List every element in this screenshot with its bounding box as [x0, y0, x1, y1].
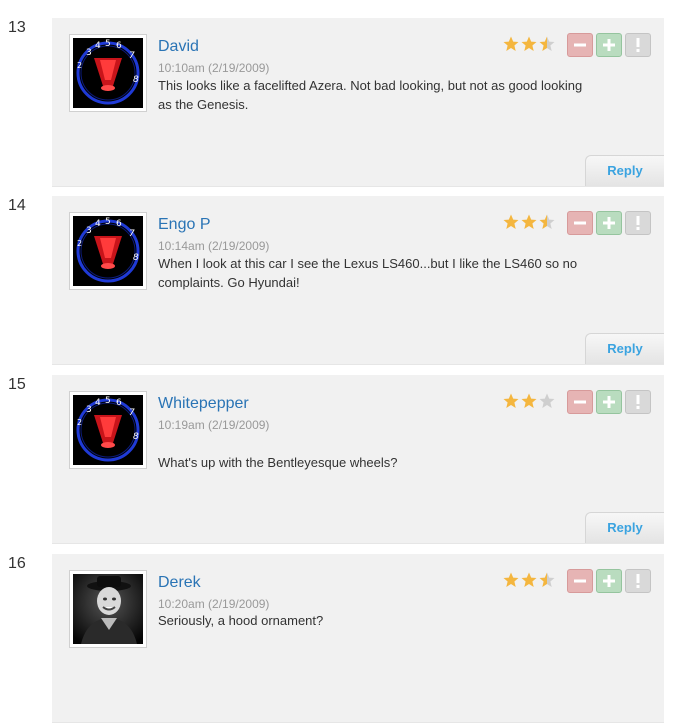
exclamation-icon	[636, 574, 640, 588]
svg-text:5: 5	[105, 39, 111, 49]
star-rating	[503, 36, 557, 52]
star-icon	[539, 214, 555, 229]
flag-button[interactable]	[625, 211, 651, 235]
avatar[interactable]: 3 4 5 6 7 2 8	[69, 212, 147, 290]
reply-button[interactable]: Reply	[585, 333, 664, 364]
exclamation-icon	[636, 216, 640, 230]
svg-text:4: 4	[95, 219, 101, 229]
speedometer-avatar: 3 4 5 6 7 2 8	[73, 216, 143, 286]
comment-number: 16	[8, 555, 26, 572]
star-icon	[521, 572, 537, 587]
svg-text:6: 6	[116, 219, 122, 229]
comment-timestamp: 10:14am (2/19/2009)	[158, 239, 270, 253]
star-icon	[539, 36, 555, 51]
comment-author-link[interactable]: Engo P	[158, 216, 210, 234]
comment-author-link[interactable]: Whitepepper	[158, 395, 249, 413]
svg-text:4: 4	[95, 398, 101, 408]
vote-up-button[interactable]	[596, 390, 622, 414]
comment-card: 3 4 5 6 7 2 8 Whitepepper 10:19am (2/19/…	[52, 375, 664, 544]
comment-number: 13	[8, 19, 26, 36]
avatar[interactable]: 3 4 5 6 7 2 8	[69, 34, 147, 112]
svg-text:2: 2	[77, 239, 82, 248]
star-icon	[539, 572, 555, 587]
comment-body: What's up with the Bentleyesque wheels?	[158, 455, 398, 470]
person-photo-avatar	[73, 574, 143, 644]
plus-icon	[603, 217, 615, 229]
svg-text:2: 2	[77, 418, 82, 427]
reply-button[interactable]: Reply	[585, 155, 664, 186]
vote-up-button[interactable]	[596, 33, 622, 57]
comment-body: When I look at this car I see the Lexus …	[158, 256, 578, 290]
exclamation-icon	[636, 38, 640, 52]
star-icon	[503, 36, 519, 51]
vote-up-button[interactable]	[596, 569, 622, 593]
comment-body: Seriously, a hood ornament?	[158, 613, 324, 628]
comment-author-link[interactable]: Derek	[158, 574, 201, 592]
flag-button[interactable]	[625, 390, 651, 414]
comment-card: 3 4 5 6 7 2 8 David 10:10am (2/19/2009) …	[52, 18, 664, 187]
plus-icon	[603, 396, 615, 408]
comment-card: Derek 10:20am (2/19/2009) Seriously, a h…	[52, 554, 664, 723]
star-icon	[539, 393, 555, 408]
star-rating	[503, 572, 557, 588]
comment-author-link[interactable]: David	[158, 38, 199, 56]
star-icon	[503, 393, 519, 408]
svg-text:6: 6	[116, 398, 122, 408]
svg-text:3: 3	[86, 226, 92, 236]
vote-down-button[interactable]	[567, 390, 593, 414]
svg-text:5: 5	[105, 217, 111, 227]
comment-card: 3 4 5 6 7 2 8 Engo P 10:14am (2/19/2009)…	[52, 196, 664, 365]
avatar[interactable]: 3 4 5 6 7 2 8	[69, 391, 147, 469]
svg-text:3: 3	[86, 405, 92, 415]
reply-button[interactable]: Reply	[585, 512, 664, 543]
svg-text:5: 5	[105, 396, 111, 406]
comment-body: This looks like a facelifted Azera. Not …	[158, 78, 583, 112]
comment-number: 14	[8, 197, 26, 214]
plus-icon	[603, 575, 615, 587]
svg-text:7: 7	[129, 229, 135, 239]
vote-down-button[interactable]	[567, 569, 593, 593]
star-icon	[503, 572, 519, 587]
speedometer-avatar: 3 4 5 6 7 2 8	[73, 395, 143, 465]
svg-text:2: 2	[77, 61, 82, 70]
star-icon	[521, 393, 537, 408]
vote-down-button[interactable]	[567, 211, 593, 235]
minus-icon	[574, 43, 586, 47]
svg-text:8: 8	[133, 253, 139, 263]
comment-number: 15	[8, 376, 26, 393]
plus-icon	[603, 39, 615, 51]
minus-icon	[574, 400, 586, 404]
svg-text:7: 7	[129, 51, 135, 61]
svg-text:8: 8	[133, 432, 139, 442]
svg-text:8: 8	[133, 75, 139, 85]
comment-timestamp: 10:20am (2/19/2009)	[158, 597, 270, 611]
star-icon	[521, 214, 537, 229]
minus-icon	[574, 221, 586, 225]
speedometer-avatar: 3 4 5 6 7 2 8	[73, 38, 143, 108]
flag-button[interactable]	[625, 569, 651, 593]
star-rating	[503, 393, 557, 409]
star-rating	[503, 214, 557, 230]
svg-text:7: 7	[129, 408, 135, 418]
comment-timestamp: 10:19am (2/19/2009)	[158, 418, 270, 432]
minus-icon	[574, 579, 586, 583]
avatar[interactable]	[69, 570, 147, 648]
comment-timestamp: 10:10am (2/19/2009)	[158, 61, 270, 75]
vote-down-button[interactable]	[567, 33, 593, 57]
svg-text:6: 6	[116, 41, 122, 51]
vote-up-button[interactable]	[596, 211, 622, 235]
exclamation-icon	[636, 395, 640, 409]
star-icon	[503, 214, 519, 229]
svg-text:3: 3	[86, 48, 92, 58]
star-icon	[521, 36, 537, 51]
flag-button[interactable]	[625, 33, 651, 57]
svg-text:4: 4	[95, 41, 101, 51]
